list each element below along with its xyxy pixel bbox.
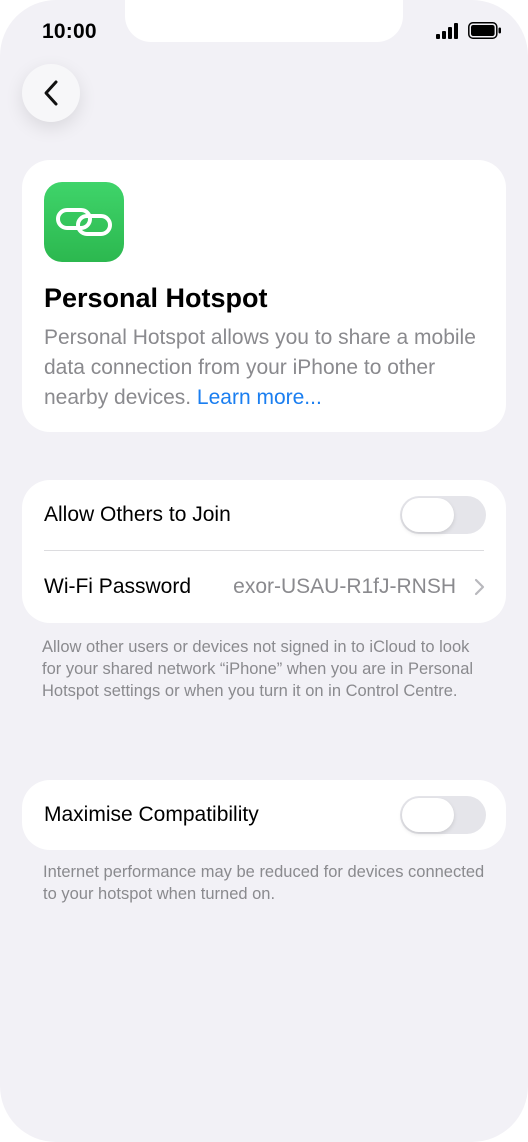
wifi-password-label: Wi-Fi Password	[44, 575, 192, 598]
maximise-compatibility-row: Maximise Compatibility	[22, 780, 506, 850]
phone-screen: 10:00 Personal Hotspot Personal Hotspot	[0, 0, 528, 1142]
learn-more-link[interactable]: Learn more...	[197, 386, 322, 409]
allow-others-label: Allow Others to Join	[44, 503, 231, 526]
maximise-compatibility-toggle[interactable]	[400, 796, 486, 834]
wifi-password-row[interactable]: Wi-Fi Password exor-USAU-R1fJ-RNSH	[22, 552, 506, 622]
allow-others-toggle[interactable]	[400, 496, 486, 534]
chevron-left-icon	[44, 80, 58, 106]
toggle-knob	[402, 498, 454, 532]
battery-icon	[468, 22, 501, 39]
maximise-compatibility-label: Maximise Compatibility	[44, 803, 259, 826]
allow-others-footnote: Allow other users or devices not signed …	[42, 638, 474, 700]
wifi-password-value: exor-USAU-R1fJ-RNSH	[233, 575, 456, 598]
status-time: 10:00	[42, 20, 97, 43]
notch	[125, 0, 403, 42]
status-icons	[436, 22, 502, 39]
link-chain-icon	[56, 208, 112, 236]
back-button[interactable]	[22, 64, 80, 122]
hotspot-app-icon	[44, 182, 124, 262]
toggle-knob	[402, 798, 454, 832]
page-title: Personal Hotspot	[44, 283, 268, 313]
compatibility-footnote: Internet performance may be reduced for …	[43, 863, 485, 903]
divider	[44, 550, 484, 551]
chevron-right-icon	[474, 578, 485, 596]
allow-others-row: Allow Others to Join	[22, 480, 506, 550]
signal-icon	[436, 22, 458, 39]
hotspot-info-card: Personal Hotspot Personal Hotspot allows…	[22, 160, 506, 432]
hotspot-settings-group: Allow Others to Join Wi-Fi Password exor…	[22, 480, 506, 623]
hotspot-description: Personal Hotspot allows you to share a m…	[44, 323, 494, 413]
compatibility-group: Maximise Compatibility	[22, 780, 506, 850]
